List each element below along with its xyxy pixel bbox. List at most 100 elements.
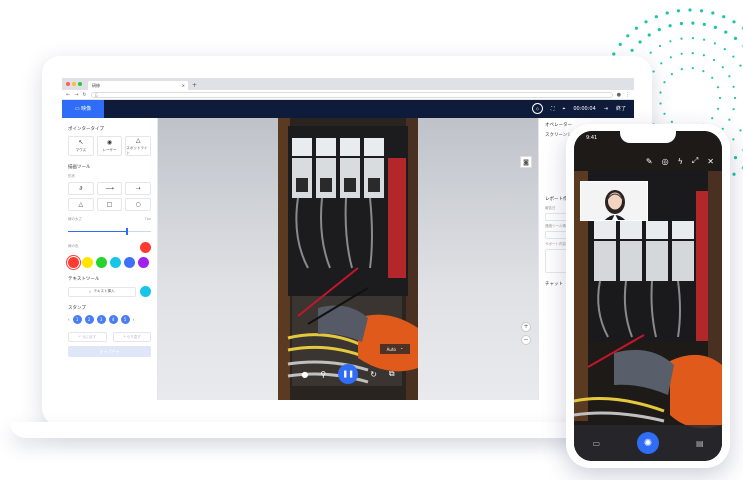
zoom-out-icon[interactable]: −	[521, 335, 531, 345]
triangle-icon: △	[78, 201, 84, 208]
camera-icon[interactable]: ◙	[520, 156, 532, 168]
chevron-up-icon: ⌃	[399, 346, 404, 352]
stamp-3[interactable]: 3	[96, 315, 106, 324]
ring-dot	[659, 102, 662, 105]
ring-dot	[680, 68, 683, 71]
extension-icon[interactable]: ●	[617, 92, 621, 98]
color-yellow-swatch[interactable]	[82, 257, 93, 268]
line-width-label: 線の太さ	[68, 217, 82, 221]
pointer-type-title: ポインタータイプ	[68, 127, 104, 132]
ring-dot	[702, 70, 705, 73]
pointer-mouse-button[interactable]: ↖ マウス	[68, 136, 94, 156]
flash-icon[interactable]: ϟ	[678, 157, 683, 166]
stamp-4[interactable]: 4	[108, 315, 118, 324]
selected-color-swatch[interactable]	[140, 242, 151, 253]
folder-icon[interactable]: ▭	[592, 439, 600, 448]
ring-dot	[630, 48, 634, 52]
auto-dropdown[interactable]: Auto ⌃	[380, 344, 410, 354]
capture-shutter-button[interactable]: ✺	[636, 432, 659, 454]
slider-handle[interactable]	[126, 228, 128, 235]
redo-button[interactable]: ↷ やり直す	[112, 332, 151, 342]
close-window-dot[interactable]	[66, 82, 70, 86]
pen-icon: ∂	[79, 185, 83, 192]
ring-dot	[732, 172, 736, 176]
browser-menu-icon[interactable]: ⋮	[625, 92, 630, 98]
text-color-swatch[interactable]	[140, 286, 151, 297]
color-green-swatch[interactable]	[96, 257, 107, 268]
location-pin-icon[interactable]: ⌖	[562, 106, 565, 112]
redo-label: やり直す	[126, 334, 141, 339]
stamp-5[interactable]: 5	[120, 315, 130, 324]
operator-pip-video	[580, 181, 648, 221]
end-call-button[interactable]: 終了	[616, 105, 626, 112]
minimize-window-dot[interactable]	[72, 82, 76, 86]
ring-dot	[676, 9, 681, 13]
mic-mute-icon[interactable]: ⚲	[320, 370, 326, 379]
switch-camera-icon[interactable]: ⧉	[389, 369, 395, 379]
call-timer: 00:00:04	[573, 105, 596, 112]
browser-tab[interactable]: 研修 ×	[88, 81, 188, 90]
chat-icon[interactable]: ▤	[696, 439, 704, 448]
tab-video[interactable]: ▭ 映像	[62, 100, 104, 118]
chevron-right-icon[interactable]: ›	[133, 317, 135, 322]
reload-icon[interactable]: ↻	[82, 92, 86, 98]
browser-tab-title: 研修	[92, 83, 100, 88]
undo-button[interactable]: ↶ 元に戻す	[68, 332, 107, 342]
ring-dot	[691, 37, 694, 40]
ring-dot	[732, 85, 735, 88]
color-blue-swatch[interactable]	[124, 257, 135, 268]
maximize-window-dot[interactable]	[78, 82, 82, 86]
ring-dot	[649, 51, 652, 54]
line-width-slider[interactable]	[68, 228, 151, 235]
color-cyan-swatch[interactable]	[110, 257, 121, 268]
ring-dot	[702, 54, 705, 57]
screen-capture-icon[interactable]: ⛶	[551, 106, 555, 112]
drawing-tools-title: 描画ツール	[68, 165, 91, 170]
tab-close-icon[interactable]: ×	[182, 81, 185, 90]
ring-dot	[658, 44, 662, 48]
ring-dot	[644, 20, 648, 24]
exit-icon[interactable]: ⇥	[604, 106, 608, 112]
ring-dot	[722, 15, 726, 19]
record-icon[interactable]: ●	[301, 370, 308, 379]
url-input[interactable]: G	[90, 91, 613, 98]
redo-icon: ↷	[122, 335, 126, 339]
close-icon[interactable]: ✕	[707, 157, 714, 166]
phone-bottom-bar: ▭ ✺ ▤	[574, 425, 722, 461]
capture-button[interactable]: キャプチャ	[68, 346, 151, 357]
pointer-laser-button[interactable]: ◉ レーザー	[96, 136, 123, 156]
square-tool-button[interactable]: □	[96, 198, 123, 211]
triangle-tool-button[interactable]: △	[68, 198, 94, 211]
app-header: ▭ 映像 ◇ ⛶ ⌖ 00:00:04 ⇥ 終了	[62, 100, 634, 118]
ring-dot	[721, 66, 724, 69]
dashed-arrow-tool-button[interactable]: ⇢	[125, 182, 151, 195]
video-area: Auto ⌃ ● ⚲ ❚❚ ↻ ⧉ ◙ + −	[158, 118, 538, 400]
circle-tool-button[interactable]: ○	[125, 198, 151, 211]
text-insert-button[interactable]: Ⅰ テキスト挿入	[68, 286, 136, 297]
ring-dot	[711, 76, 714, 79]
expand-icon[interactable]: ⤢	[692, 156, 698, 166]
back-arrow-icon[interactable]: ←	[66, 92, 70, 98]
forward-arrow-icon[interactable]: →	[74, 92, 78, 98]
target-icon[interactable]: ◎	[662, 157, 669, 166]
undo-label: 元に戻す	[82, 334, 97, 339]
new-tab-button[interactable]: +	[192, 81, 197, 90]
ring-dot	[669, 56, 672, 59]
rotate-icon[interactable]: ↻	[370, 370, 377, 379]
color-purple-swatch[interactable]	[138, 257, 149, 268]
stamp-2[interactable]: 2	[84, 315, 94, 324]
pause-button[interactable]: ❚❚	[338, 364, 359, 384]
marketing-composite: 研修 × + ← → ↻ G ● ⋮ ▭ 映像 ◇ ⛶ ⌖ 00:00:04 ⇥	[0, 0, 743, 480]
zoom-in-icon[interactable]: +	[521, 322, 531, 332]
color-red-swatch[interactable]	[68, 257, 79, 268]
arrow-tool-button[interactable]: ⟶	[96, 182, 123, 195]
stamp-1[interactable]: 1	[72, 315, 82, 324]
pen-icon[interactable]: ✎	[646, 157, 653, 166]
drawing-tool-grid: ∂ ⟶ ⇢ △ □ ○	[68, 182, 151, 211]
freehand-tool-button[interactable]: ∂	[68, 182, 94, 195]
compass-icon[interactable]: ◇	[531, 103, 543, 114]
chevron-left-icon[interactable]: ‹	[68, 317, 70, 322]
pointer-laser-label: レーザー	[102, 148, 117, 152]
pointer-spotlight-button[interactable]: △ スポットライト	[125, 136, 151, 156]
ring-dot	[663, 81, 666, 84]
